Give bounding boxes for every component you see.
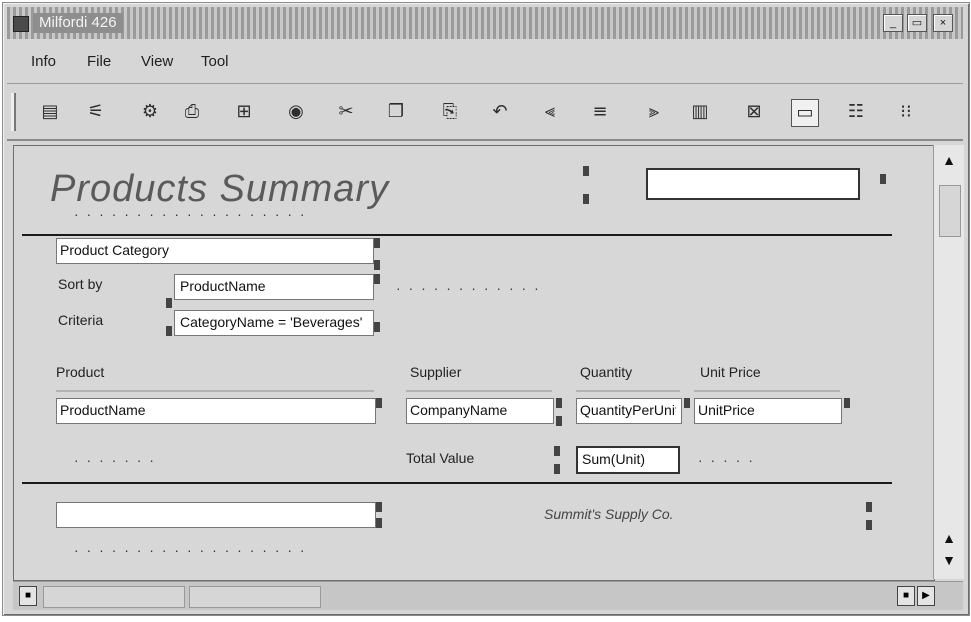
column-header-product[interactable]: Product	[56, 364, 104, 380]
wizard-icon[interactable]: ⚟	[83, 99, 109, 125]
header-underline	[576, 390, 680, 392]
undo-icon[interactable]: ↶	[487, 99, 513, 125]
report-title[interactable]: Products Summary	[50, 168, 389, 211]
selection-handle[interactable]	[374, 274, 380, 284]
window-title: Milfordi 426	[33, 13, 123, 33]
selection-handle[interactable]	[866, 520, 872, 530]
align-left-icon[interactable]: ⫷	[537, 99, 563, 125]
sort-field-value: ProductName	[180, 278, 266, 294]
total-label: Total Value	[406, 450, 475, 466]
quantity-field-value: QuantityPerUnit	[580, 402, 676, 418]
app-icon[interactable]	[13, 16, 29, 32]
menu-bar: Info File View Tool	[7, 43, 963, 84]
grid-dots: · · · · · · ·	[74, 452, 156, 468]
column-header-supplier[interactable]: Supplier	[410, 364, 461, 380]
toolbar-grip[interactable]	[11, 93, 16, 131]
header-underline	[694, 390, 840, 392]
menu-tool[interactable]: Tool	[201, 53, 229, 70]
scroll-down-icon[interactable]: ▼	[938, 549, 960, 571]
stop-icon[interactable]: ◉	[283, 99, 309, 125]
close-button[interactable]: ×	[933, 14, 953, 32]
chart-icon[interactable]: ▭	[791, 99, 819, 127]
product-field-value: ProductName	[60, 402, 146, 418]
grid-dots: · · · · ·	[698, 452, 755, 468]
selection-handle[interactable]	[556, 416, 562, 426]
copy-icon[interactable]: ❐	[383, 99, 409, 125]
scroll-up-icon[interactable]: ▲	[938, 149, 960, 171]
preview-icon[interactable]: ⎙	[179, 99, 205, 125]
column-header-unit-price[interactable]: Unit Price	[700, 364, 761, 380]
scroll-thumb[interactable]	[43, 586, 185, 608]
align-right-icon[interactable]: ⫸	[641, 99, 667, 125]
selection-handle[interactable]	[844, 398, 850, 408]
selection-handle[interactable]	[866, 502, 872, 512]
toolbar: ▤ ⚟ ⚙ ⎙ ⊞ ◉ ✂ ❐ ⎘ ↶ ⫷ ≡ ⫸ ▥ ⊠ ▭ ☷ ⁝⁝	[7, 87, 963, 141]
unit-price-field-value: UnitPrice	[698, 402, 755, 418]
grid-dots: · · · · · · · · · · · · · · · · · · ·	[74, 542, 307, 558]
report-icon[interactable]: ▤	[37, 99, 63, 125]
scroll-thumb[interactable]	[189, 586, 321, 608]
cut-icon[interactable]: ✂	[333, 99, 359, 125]
total-field-value: Sum(Unit)	[582, 451, 646, 467]
selection-handle[interactable]	[684, 398, 690, 408]
band-separator	[22, 482, 892, 484]
grid-dots: · · · · · · · · · · · · · · · · · · ·	[74, 206, 307, 222]
minimize-button[interactable]: _	[883, 14, 903, 32]
menu-file[interactable]: File	[87, 53, 111, 70]
selection-handle[interactable]	[166, 298, 172, 308]
selection-handle[interactable]	[880, 174, 886, 184]
horizontal-scrollbar[interactable]: ■ ■ ▶	[13, 581, 963, 610]
title-bar: Milfordi 426 _ ▭ ×	[7, 7, 963, 39]
grid-dots: · · · · · · · · · · · ·	[396, 280, 541, 296]
selection-handle[interactable]	[376, 398, 382, 408]
selection-handle[interactable]	[376, 502, 382, 512]
menu-view[interactable]: View	[141, 53, 173, 70]
criteria-field-value: CategoryName = 'Beverages'	[180, 314, 363, 330]
scroll-right-icon[interactable]: ▶	[917, 586, 935, 606]
group-header-label: Product Category	[60, 242, 169, 258]
bold-icon[interactable]: ▥	[687, 99, 713, 125]
report-design-area[interactable]: Products Summary · · · · · · · · · · · ·…	[13, 145, 935, 581]
header-underline	[406, 390, 552, 392]
selection-handle[interactable]	[554, 446, 560, 456]
paste-icon[interactable]: ⎘	[437, 99, 463, 125]
selection-handle[interactable]	[376, 518, 382, 528]
vertical-scrollbar[interactable]: ▲ ▲ ▼	[933, 145, 964, 579]
maximize-button[interactable]: ▭	[907, 14, 927, 32]
band-separator	[22, 234, 892, 236]
header-underline	[56, 390, 374, 392]
footer-text[interactable]: Summit's Supply Co.	[544, 506, 674, 522]
scroll-thumb[interactable]	[939, 185, 961, 237]
table-icon[interactable]: ⊠	[741, 99, 767, 125]
column-header-quantity[interactable]: Quantity	[580, 364, 632, 380]
criteria-label: Criteria	[58, 312, 104, 328]
selection-handle[interactable]	[556, 398, 562, 408]
application-window: Milfordi 426 _ ▭ × Info File View Tool ▤…	[2, 2, 970, 616]
align-center-icon[interactable]: ≡	[587, 99, 613, 125]
grid-icon[interactable]: ⊞	[231, 99, 257, 125]
selection-handle[interactable]	[554, 464, 560, 474]
scroll-up-icon[interactable]: ▲	[938, 527, 960, 549]
scroll-left-icon[interactable]: ■	[19, 586, 37, 606]
selection-handle[interactable]	[166, 326, 172, 336]
supplier-field-value: CompanyName	[410, 402, 508, 418]
sort-by-label: Sort by	[58, 276, 103, 292]
selection-handle[interactable]	[583, 194, 589, 204]
selection-handle[interactable]	[583, 166, 589, 176]
list-icon[interactable]: ☷	[843, 99, 869, 125]
menu-info[interactable]: Info	[31, 53, 56, 70]
selection-handle[interactable]	[374, 260, 380, 270]
header-field[interactable]	[646, 168, 860, 200]
footer-field[interactable]	[56, 502, 376, 528]
settings-icon[interactable]: ⚙	[137, 99, 163, 125]
selection-handle[interactable]	[374, 322, 380, 332]
selection-handle[interactable]	[374, 238, 380, 248]
scroll-stop-icon[interactable]: ■	[897, 586, 915, 606]
fields-icon[interactable]: ⁝⁝	[893, 99, 919, 125]
